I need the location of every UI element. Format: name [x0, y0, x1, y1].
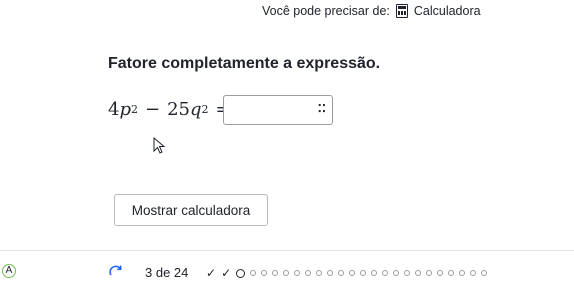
progress-dot — [404, 270, 411, 276]
progress-footer: A 3 de 24 ✓ ✓ — [0, 256, 574, 286]
progress-dot — [360, 270, 367, 276]
progress-dot — [393, 270, 400, 276]
avatar-icon[interactable]: A — [2, 264, 16, 278]
progress-dot — [305, 270, 312, 276]
progress-dot — [382, 270, 389, 276]
progress-dot — [338, 270, 345, 276]
math-expression: 4p2 − 25q2 = — [108, 99, 231, 120]
progress-dot — [459, 270, 466, 276]
expr-b-coef: 25 — [167, 99, 190, 120]
progress-dot — [294, 270, 301, 276]
avatar-letter: A — [5, 265, 13, 276]
mouse-cursor-icon — [153, 137, 166, 154]
progress-dot — [327, 270, 334, 276]
progress-label: 3 de 24 — [145, 265, 189, 280]
progress-dot — [415, 270, 422, 276]
math-keyboard-icon[interactable]: ⋅⋅ ⋅⋅ — [318, 100, 326, 117]
expr-minus: − — [144, 99, 161, 120]
hint-prefix: Você pode precisar de: — [262, 4, 390, 18]
progress-dots: ✓ ✓ — [206, 266, 488, 280]
progress-dot — [261, 270, 268, 276]
completed-check-icon: ✓ — [221, 266, 232, 280]
progress-dot — [283, 270, 290, 276]
progress-dot — [448, 270, 455, 276]
progress-dot — [371, 270, 378, 276]
calculator-link[interactable]: Calculadora — [414, 4, 481, 18]
expr-a-var: p — [119, 99, 131, 120]
footer-divider — [0, 250, 574, 251]
progress-dot — [437, 270, 444, 276]
progress-dot — [272, 270, 279, 276]
calculator-hint: Você pode precisar de: Calculadora — [262, 4, 481, 18]
redo-icon[interactable] — [108, 264, 124, 278]
progress-dot — [349, 270, 356, 276]
progress-dot — [426, 270, 433, 276]
calculator-icon[interactable] — [395, 4, 408, 18]
progress-dot — [250, 270, 257, 276]
progress-dot — [470, 270, 477, 276]
progress-dot — [481, 270, 488, 276]
question-title: Fatore completamente a expressão. — [108, 55, 381, 72]
progress-dot-current — [236, 268, 246, 278]
expr-b-var: q — [189, 99, 202, 120]
expr-a-coef: 4 — [108, 99, 120, 120]
expr-a-exp: 2 — [130, 103, 138, 116]
expr-b-exp: 2 — [201, 103, 209, 116]
progress-dot — [316, 270, 323, 276]
answer-input[interactable]: ⋅⋅ ⋅⋅ — [223, 95, 333, 125]
completed-check-icon: ✓ — [206, 266, 217, 280]
show-calculator-button[interactable]: Mostrar calculadora — [114, 194, 268, 226]
